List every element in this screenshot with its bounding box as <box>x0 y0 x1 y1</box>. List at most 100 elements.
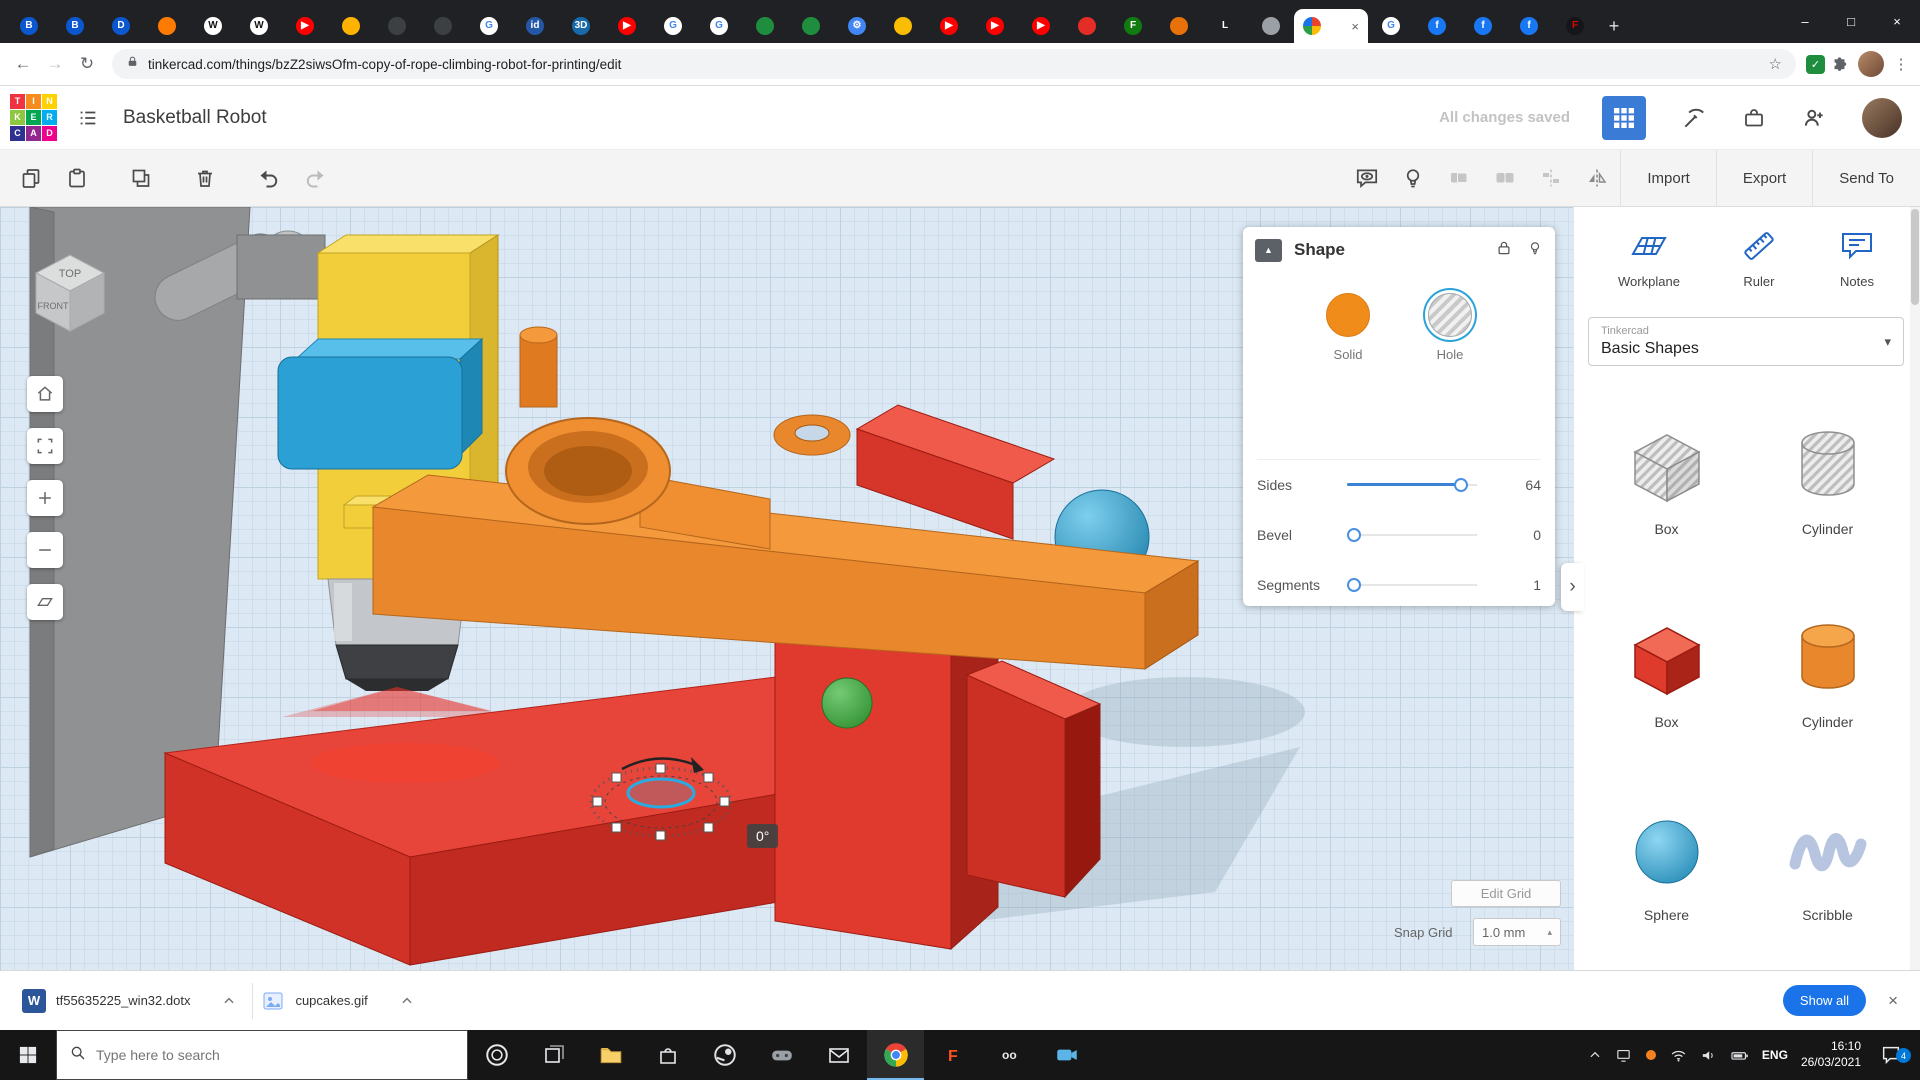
download-item[interactable]: cupcakes.gif <box>253 971 429 1030</box>
taskbar-clock[interactable]: 16:10 26/03/2021 <box>1801 1039 1861 1070</box>
browser-avatar[interactable] <box>1858 51 1884 77</box>
shape-red-box[interactable]: Box <box>1625 615 1709 730</box>
red-pillar-right[interactable] <box>967 661 1100 897</box>
shape-library-select[interactable]: Tinkercad Basic Shapes ▾ <box>1588 317 1904 366</box>
align-icon[interactable] <box>1528 155 1574 201</box>
close-downloads-icon[interactable]: × <box>1888 991 1898 1011</box>
browser-tab[interactable] <box>742 9 788 43</box>
orange-post[interactable] <box>520 327 557 407</box>
duplicate-icon[interactable] <box>118 155 164 201</box>
wifi-icon[interactable] <box>1670 1047 1687 1064</box>
show-all-comments-icon[interactable] <box>1344 155 1390 201</box>
mirror-icon[interactable] <box>1574 155 1620 201</box>
edit-grid-button[interactable]: Edit Grid <box>1451 880 1561 907</box>
invite-person-icon[interactable] <box>1794 98 1834 138</box>
lock-shape-icon[interactable] <box>1495 239 1513 262</box>
design-menu-button[interactable] <box>69 99 107 137</box>
collapse-panel-button[interactable]: ▲ <box>1255 239 1282 262</box>
browser-tab[interactable] <box>788 9 834 43</box>
sidebar-tool-workplane[interactable]: Workplane <box>1618 227 1680 289</box>
sidebar-tool-notes[interactable]: Notes <box>1838 227 1876 289</box>
forward-button[interactable]: → <box>40 49 70 79</box>
browser-tab[interactable]: F <box>1110 9 1156 43</box>
hide-shape-icon[interactable] <box>1527 240 1543 261</box>
monitor-icon[interactable] <box>1615 1047 1632 1064</box>
back-button[interactable]: ← <box>8 49 38 79</box>
extensions-puzzle-icon[interactable] <box>1831 56 1848 73</box>
taskbar-mail-icon[interactable] <box>810 1030 867 1080</box>
undo-icon[interactable] <box>246 155 292 201</box>
battery-icon[interactable] <box>1730 1046 1749 1065</box>
red-block[interactable] <box>857 405 1054 539</box>
browser-tab[interactable]: 3D <box>558 9 604 43</box>
slider-handle[interactable] <box>1347 578 1361 592</box>
browser-menu-icon[interactable]: ⋮ <box>1890 55 1912 73</box>
browser-tab[interactable]: f <box>1506 9 1552 43</box>
delete-icon[interactable] <box>182 155 228 201</box>
browser-tab-active[interactable]: × <box>1294 9 1368 43</box>
shape-option-hole[interactable]: Hole <box>1428 293 1472 362</box>
perspective-button[interactable] <box>27 584 63 620</box>
omnibox[interactable]: tinkercad.com/things/bzZ2siwsOfm-copy-of… <box>112 49 1796 79</box>
solid-swatch[interactable] <box>1326 293 1370 337</box>
tinkercad-logo[interactable]: TINKERCAD <box>10 94 57 141</box>
tray-expand-icon[interactable] <box>1588 1048 1602 1062</box>
chevron-up-icon[interactable] <box>222 994 236 1008</box>
chevron-up-icon[interactable] <box>400 994 414 1008</box>
browser-tab[interactable]: ▶ <box>926 9 972 43</box>
bricks-mode-icon[interactable] <box>1674 98 1714 138</box>
search-input[interactable] <box>96 1047 454 1063</box>
blue-cap[interactable] <box>278 339 482 469</box>
browser-tab[interactable]: W <box>236 9 282 43</box>
browser-tab[interactable] <box>1156 9 1202 43</box>
taskbar-alienware-icon[interactable]: oo <box>981 1030 1038 1080</box>
browser-tab[interactable]: B <box>6 9 52 43</box>
browser-tab[interactable]: F <box>1552 9 1598 43</box>
browser-tab[interactable] <box>144 9 190 43</box>
import-button[interactable]: Import <box>1620 150 1716 207</box>
design-title[interactable]: Basketball Robot <box>123 107 267 129</box>
maximize-button[interactable]: □ <box>1828 0 1874 43</box>
browser-url[interactable]: tinkercad.com/things/bzZ2siwsOfm-copy-of… <box>148 57 1760 72</box>
status-dot-icon[interactable] <box>1645 1049 1657 1061</box>
slider-sides[interactable] <box>1347 477 1477 493</box>
browser-tab[interactable]: ⚙ <box>834 9 880 43</box>
browser-tab[interactable]: f <box>1414 9 1460 43</box>
torus[interactable] <box>774 415 850 455</box>
shape-option-solid[interactable]: Solid <box>1326 293 1370 362</box>
sidebar-tool-ruler[interactable]: Ruler <box>1740 227 1778 289</box>
hide-selected-icon[interactable] <box>1390 155 1436 201</box>
export-button[interactable]: Export <box>1716 150 1812 207</box>
taskbar-fkey-icon[interactable]: F <box>924 1030 981 1080</box>
download-item[interactable]: Wtf55635225_win32.dotx <box>14 971 252 1030</box>
taskbar-gamepad-icon[interactable] <box>753 1030 810 1080</box>
browser-tab[interactable] <box>328 9 374 43</box>
tab-close-icon[interactable]: × <box>1351 19 1359 34</box>
browser-tab[interactable]: G <box>1368 9 1414 43</box>
language-indicator[interactable]: ENG <box>1762 1048 1788 1062</box>
show-all-downloads-button[interactable]: Show all <box>1783 985 1866 1016</box>
slider-handle[interactable] <box>1454 478 1468 492</box>
browser-tab[interactable]: ▶ <box>1018 9 1064 43</box>
browser-tab[interactable] <box>1064 9 1110 43</box>
paste-icon[interactable] <box>54 155 100 201</box>
snap-grid-select[interactable]: 1.0 mm ▴ <box>1473 918 1561 946</box>
browser-tab[interactable]: ▶ <box>282 9 328 43</box>
shape-hole-box[interactable]: Box <box>1625 422 1709 537</box>
view-cube[interactable]: TOP FRONT <box>24 243 116 335</box>
bookmark-star-icon[interactable]: ☆ <box>1769 55 1782 73</box>
sidebar-collapse-chevron[interactable]: › <box>1561 563 1584 611</box>
browser-tab[interactable]: B <box>52 9 98 43</box>
sidebar-scrollbar[interactable] <box>1910 207 1920 970</box>
browser-tab[interactable]: ▶ <box>972 9 1018 43</box>
browser-tab[interactable]: f <box>1460 9 1506 43</box>
browser-tab[interactable]: D <box>98 9 144 43</box>
group-icon[interactable] <box>1436 155 1482 201</box>
blocks-view-button[interactable] <box>1602 96 1646 140</box>
shape-blue-sphere[interactable]: Sphere <box>1625 808 1709 923</box>
browser-tab[interactable]: W <box>190 9 236 43</box>
taskbar-store-icon[interactable] <box>639 1030 696 1080</box>
taskbar-chrome-icon[interactable] <box>867 1030 924 1080</box>
browser-tab[interactable]: L <box>1202 9 1248 43</box>
browser-tab[interactable]: G <box>466 9 512 43</box>
